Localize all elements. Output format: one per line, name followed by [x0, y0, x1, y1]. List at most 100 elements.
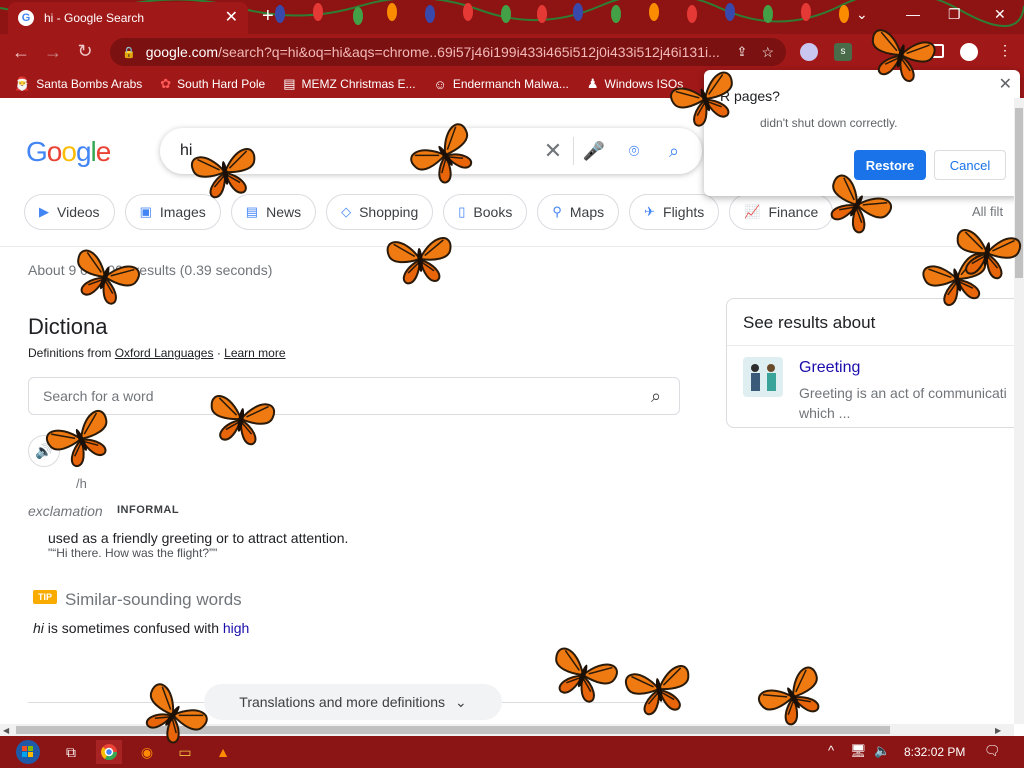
divider — [727, 345, 1014, 346]
dictionary-source: Definitions from Oxford Languages · Lear… — [28, 346, 286, 360]
camera-lens-icon[interactable]: ⌾ — [614, 141, 654, 162]
microphone-icon[interactable]: 🎤 — [574, 141, 614, 162]
side-panel-icon[interactable] — [930, 44, 944, 58]
face-icon: ☺ — [433, 76, 447, 92]
tab-search-chevron-icon[interactable]: ⌄ — [856, 6, 868, 23]
restore-window-button[interactable]: ❐ — [948, 6, 961, 23]
learn-more-link[interactable]: Learn more — [224, 346, 285, 360]
notifications-icon[interactable]: 🗨 — [984, 743, 1001, 759]
chip-videos[interactable]: ▶ Videos — [24, 194, 115, 230]
show-hidden-icons-chevron[interactable]: ^ — [828, 743, 834, 758]
address-bar[interactable]: 🔒 google.com/search?q=hi&oq=hi&aqs=chrom… — [110, 38, 786, 66]
knowledge-panel: See results about Greeting Greeting is a… — [726, 298, 1014, 428]
tag-icon: ◇ — [341, 204, 352, 219]
lock-icon[interactable]: 🔒 — [122, 46, 136, 59]
back-arrow-icon[interactable]: ← — [6, 42, 36, 63]
example-text: "“Hi there. How was the flight?”" — [48, 546, 218, 560]
google-logo[interactable]: Google — [26, 136, 111, 168]
search-icon[interactable]: ⌕ — [633, 386, 679, 407]
page-icon: ▤ — [283, 76, 296, 91]
all-filters-button[interactable]: All filt — [972, 204, 1003, 219]
scroll-right-arrow-icon[interactable]: ▶ — [995, 726, 1001, 735]
windows-taskbar: ⧉ ◉ ▭ ▲ ^ 🖥 🔈 8:32:02 PM 🗨 — [0, 736, 1024, 768]
file-explorer-icon[interactable]: ▭ — [172, 740, 198, 764]
search-input[interactable]: hi ✕ 🎤 ⌾ ⌕ — [160, 128, 702, 174]
bookmark-item[interactable]: ♟ Windows ISOs — [587, 76, 683, 92]
taskbar-clock[interactable]: 8:32:02 PM — [904, 745, 965, 759]
restore-button[interactable]: Restore — [854, 150, 926, 180]
bookmark-item[interactable]: ▤ MEMZ Christmas E... — [283, 76, 415, 92]
bookmark-star-icon[interactable]: ☆ — [761, 44, 774, 61]
clear-search-icon[interactable]: ✕ — [533, 138, 573, 164]
url-text: google.com/search?q=hi&oq=hi&aqs=chrome.… — [145, 44, 720, 60]
chrome-taskbar-icon[interactable] — [96, 740, 122, 764]
scroll-left-arrow-icon[interactable]: ◀ — [3, 726, 9, 735]
horizontal-scroll-thumb[interactable] — [16, 726, 890, 734]
search-filter-chips: ▶ Videos ▣ Images ▤ News ◇ Shopping ▯ Books ⚲… — [24, 194, 834, 230]
people-shaking-hands-icon — [743, 357, 783, 397]
chart-icon: 📈 — [744, 204, 761, 219]
translations-button[interactable]: Translations and more definitions ⌄ — [204, 684, 502, 720]
forward-arrow-icon[interactable]: → — [38, 42, 68, 63]
menu-kebab-icon[interactable]: ⋮ — [998, 42, 1012, 59]
extension-s-icon[interactable]: s — [834, 43, 852, 61]
horizontal-scrollbar[interactable]: ◀ ▶ — [0, 724, 1014, 736]
vertical-scroll-thumb[interactable] — [1015, 108, 1023, 278]
task-view-icon[interactable]: ⧉ — [58, 740, 84, 764]
search-icon[interactable]: ⌕ — [654, 141, 694, 162]
pin-icon: ⚲ — [552, 204, 562, 219]
windows-logo-icon — [16, 740, 40, 764]
greeting-link[interactable]: Greeting — [799, 359, 860, 377]
new-tab-button[interactable]: + — [262, 5, 274, 27]
result-stats: About 9 000,000 results (0.39 seconds) — [28, 262, 273, 278]
book-icon: ▯ — [458, 204, 466, 219]
high-link[interactable]: high — [223, 620, 249, 636]
google-favicon-icon: G — [18, 10, 34, 26]
chevron-down-icon: ⌄ — [454, 693, 467, 710]
start-button[interactable] — [8, 738, 48, 766]
cancel-button[interactable]: Cancel — [934, 150, 1006, 180]
firefox-taskbar-icon[interactable]: ◉ — [134, 740, 160, 764]
oxford-languages-link[interactable]: Oxford Languages — [115, 346, 214, 360]
tab-strip: G hi - Google Search ✕ + ⌄ — ❐ ✕ — [0, 0, 1024, 34]
dictionary-heading: Dictiona — [28, 314, 108, 339]
restore-pages-dialog: R pages? didn't shut down correctly. ✕ R… — [704, 70, 1020, 196]
vertical-scrollbar[interactable] — [1014, 98, 1024, 724]
greeting-thumbnail[interactable] — [743, 357, 783, 397]
share-icon[interactable]: ⇪ — [737, 44, 748, 60]
close-window-button[interactable]: ✕ — [994, 6, 1006, 23]
restore-dialog-title: R pages? — [720, 88, 780, 104]
network-icon[interactable]: 🖥 — [850, 743, 867, 759]
chip-news[interactable]: ▤ News — [230, 194, 317, 230]
close-icon[interactable]: ✕ — [999, 74, 1012, 94]
image-icon: ▣ — [139, 204, 152, 219]
toolbar: ← → ↻ 🔒 google.com/search?q=hi&oq=hi&aqs… — [0, 34, 1024, 70]
part-of-speech: exclamation — [28, 503, 103, 519]
chip-books[interactable]: ▯ Books — [443, 194, 528, 230]
chip-finance[interactable]: 📈 Finance — [729, 194, 834, 230]
chip-flights[interactable]: ✈ Flights — [629, 194, 720, 230]
definition-text: used as a friendly greeting or to attrac… — [48, 530, 349, 546]
news-icon: ▤ — [245, 204, 259, 219]
reload-icon[interactable]: ↻ — [70, 41, 100, 62]
extension-icon[interactable] — [800, 43, 818, 61]
volume-icon[interactable]: 🔈 — [874, 743, 890, 759]
bookmark-item[interactable]: 🎅 Santa Bombs Arabs — [14, 76, 142, 92]
profile-avatar-icon[interactable] — [960, 43, 978, 61]
play-icon: ▶ — [39, 204, 49, 219]
chip-maps[interactable]: ⚲ Maps — [537, 194, 620, 230]
bookmark-item[interactable]: ✿ South Hard Pole — [160, 76, 265, 92]
word-search-input[interactable]: Search for a word ⌕ — [28, 377, 680, 415]
tab-title: hi - Google Search — [44, 11, 145, 25]
close-tab-icon[interactable]: ✕ — [225, 10, 238, 26]
bookmark-item[interactable]: ☺ Endermanch Malwa... — [434, 77, 569, 92]
knowledge-panel-title: See results about — [743, 313, 876, 332]
confused-with-text: hi is sometimes confused with high — [33, 620, 250, 636]
chip-images[interactable]: ▣ Images — [124, 194, 221, 230]
vlc-icon[interactable]: ▲ — [210, 740, 236, 764]
chip-shopping[interactable]: ◇ Shopping — [326, 194, 434, 230]
tab-google-search[interactable]: G hi - Google Search ✕ — [8, 2, 248, 34]
flower-icon: ✿ — [160, 76, 172, 91]
speaker-icon[interactable]: 🔊 — [28, 435, 60, 467]
minimize-button[interactable]: — — [906, 6, 920, 22]
